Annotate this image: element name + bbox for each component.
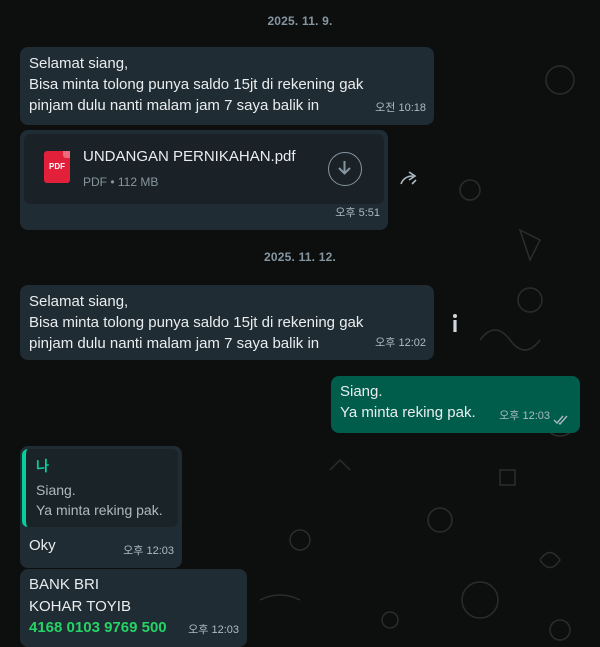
message-time: 오후 12:02	[375, 337, 426, 349]
quoted-message[interactable]: 나 Siang. Ya minta reking pak.	[22, 449, 178, 527]
message-time: 오후 12:03	[188, 624, 239, 636]
message-text: Selamat siang, Bisa minta tolong punya s…	[29, 293, 364, 352]
message-time: 오후 12:03	[123, 545, 174, 557]
download-icon[interactable]	[328, 152, 362, 186]
message-time: 오후 5:51	[335, 207, 380, 219]
message-line: KOHAR TOYIB	[29, 598, 131, 615]
pdf-attachment[interactable]: PDF UNDANGAN PERNIKAHAN.pdf PDF • 112 MB	[24, 134, 384, 204]
incoming-message-reply[interactable]: 나 Siang. Ya minta reking pak. Oky 오후 12:…	[20, 446, 182, 568]
incoming-message[interactable]: BANK BRI KOHAR TOYIB 4168 0103 9769 500 …	[20, 569, 247, 647]
incoming-message[interactable]: Selamat siang, Bisa minta tolong punya s…	[20, 47, 434, 125]
account-number-link[interactable]: 4168 0103 9769 500	[29, 617, 167, 638]
message-text: Siang. Ya minta reking pak.	[340, 383, 476, 421]
message-time: 오전 10:18	[375, 102, 426, 114]
file-name: UNDANGAN PERNIKAHAN.pdf	[83, 148, 296, 165]
incoming-message[interactable]: Selamat siang, Bisa minta tolong punya s…	[20, 285, 434, 360]
quote-author: 나	[36, 458, 49, 474]
date-separator: 2025. 11. 12.	[254, 246, 346, 268]
info-icon[interactable]	[451, 313, 459, 333]
message-line: BANK BRI	[29, 576, 100, 593]
pdf-file-icon: PDF	[44, 151, 70, 183]
message-text: Oky	[29, 537, 56, 554]
file-message[interactable]: PDF UNDANGAN PERNIKAHAN.pdf PDF • 112 MB…	[20, 130, 388, 230]
message-time: 오후 12:03	[499, 410, 550, 422]
outgoing-message[interactable]: Siang. Ya minta reking pak. 오후 12:03	[331, 376, 580, 433]
quote-text: Siang. Ya minta reking pak.	[36, 482, 163, 518]
message-text: Selamat siang, Bisa minta tolong punya s…	[29, 55, 364, 114]
forward-icon[interactable]	[398, 170, 420, 188]
double-check-icon	[553, 415, 568, 426]
date-separator: 2025. 11. 9.	[257, 10, 343, 32]
file-meta: PDF • 112 MB	[83, 175, 159, 189]
